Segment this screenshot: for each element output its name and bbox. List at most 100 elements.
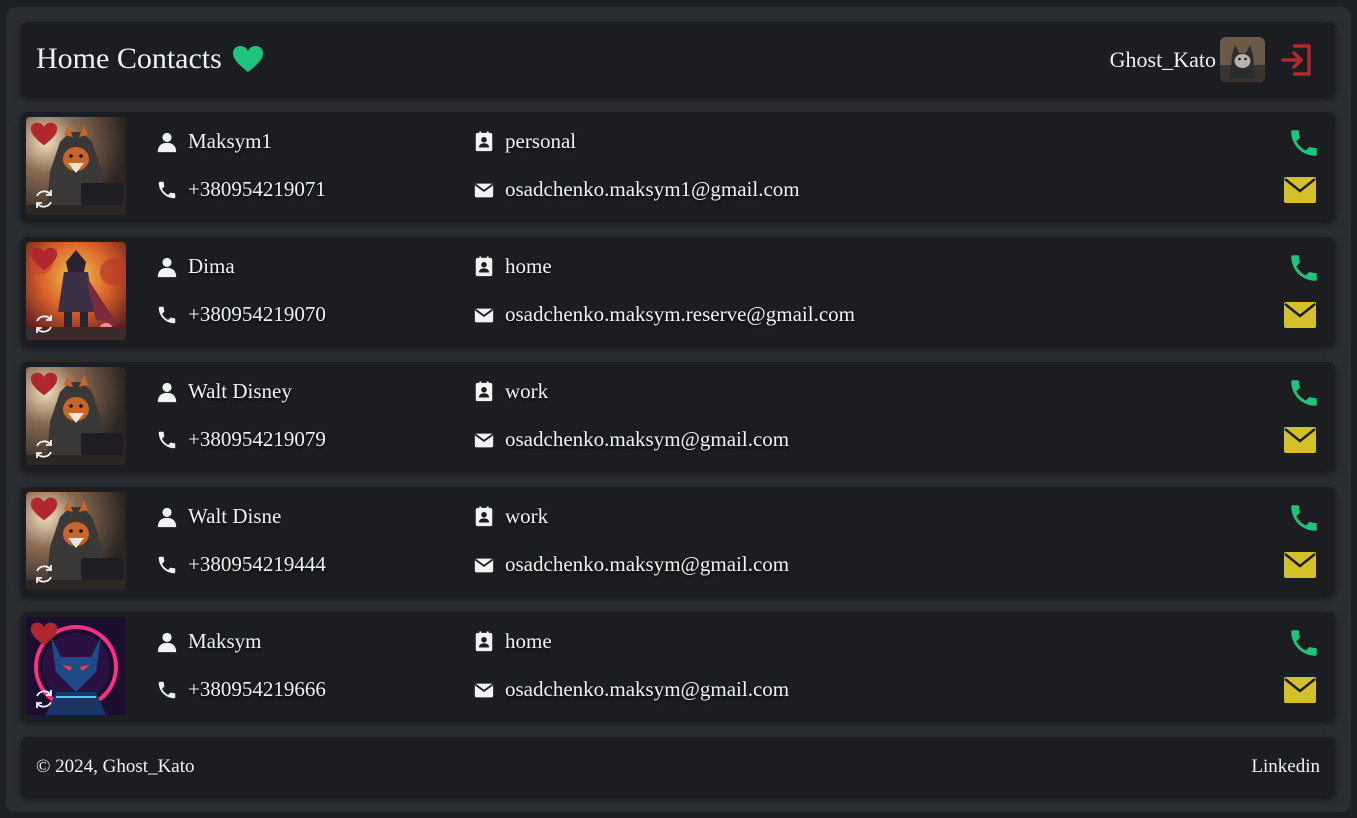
contact-card: Maksym1 +380954219071 personal osadchenko.m… <box>21 112 1335 220</box>
app-header: Home Contacts Ghost_Kato <box>21 22 1335 96</box>
contact-name-field: Walt Disney <box>156 379 292 404</box>
heart-icon <box>232 46 263 72</box>
contact-card: Maksym +380954219666 home osadchenko.maksym… <box>21 612 1335 720</box>
linkedin-link[interactable]: Linkedin <box>1251 756 1320 778</box>
contact-card-icon <box>475 630 493 651</box>
contact-email: osadchenko.maksym@gmail.com <box>505 552 790 576</box>
refresh-icon[interactable] <box>32 312 56 336</box>
phone-icon <box>158 556 176 573</box>
contact-email-field: osadchenko.maksym.reserve@gmail.com <box>473 302 855 327</box>
contact-card-icon <box>475 255 493 276</box>
email-button-icon[interactable] <box>1283 176 1317 204</box>
call-button-icon[interactable] <box>1287 251 1321 285</box>
contact-name: Walt Disney <box>188 379 292 403</box>
contact-email-field: osadchenko.maksym@gmail.com <box>473 552 789 577</box>
copyright: © 2024, Ghost_Kato <box>36 756 195 777</box>
contact-avatar <box>26 617 126 715</box>
contact-card: Dima +380954219070 home osadchenko.maksym.r… <box>21 237 1335 345</box>
contact-phone: +380954219444 <box>188 552 326 576</box>
contact-phone-field: +380954219666 <box>156 677 326 702</box>
contact-phone: +380954219071 <box>188 177 326 201</box>
contact-category: work <box>505 504 549 528</box>
contact-email-field: osadchenko.maksym@gmail.com <box>473 677 789 702</box>
contact-category: personal <box>505 129 577 153</box>
contact-email-field: osadchenko.maksym1@gmail.com <box>473 177 800 202</box>
contact-phone-field: +380954219071 <box>156 177 326 202</box>
refresh-icon[interactable] <box>32 687 56 711</box>
contact-card-icon <box>475 380 493 401</box>
contact-name: Dima <box>188 254 235 278</box>
call-button-icon[interactable] <box>1287 376 1321 410</box>
envelope-icon <box>474 308 494 322</box>
contact-phone: +380954219070 <box>188 302 326 326</box>
contact-avatar <box>26 242 126 340</box>
user-icon <box>157 382 177 402</box>
contact-email: osadchenko.maksym@gmail.com <box>505 427 790 451</box>
contact-email-field: osadchenko.maksym@gmail.com <box>473 427 789 452</box>
contact-name: Maksym <box>188 629 262 653</box>
user-icon <box>157 632 177 652</box>
envelope-icon <box>474 183 494 197</box>
contact-category-field: work <box>473 379 548 404</box>
contact-phone: +380954219666 <box>188 677 326 701</box>
contact-name-field: Maksym1 <box>156 129 272 154</box>
contact-category: home <box>505 254 552 278</box>
email-button-icon[interactable] <box>1283 676 1317 704</box>
favorite-heart-icon[interactable] <box>30 246 58 272</box>
refresh-icon[interactable] <box>32 437 56 461</box>
contact-category-field: home <box>473 629 552 654</box>
user-icon <box>157 132 177 152</box>
contact-category: work <box>505 379 549 403</box>
call-button-icon[interactable] <box>1287 501 1321 535</box>
page-title-wrap: Home Contacts <box>36 42 264 76</box>
page-title: Home Contacts <box>36 42 222 75</box>
contact-card: Walt Disney +380954219079 work osadchenko.m… <box>21 362 1335 470</box>
email-button-icon[interactable] <box>1283 551 1317 579</box>
contact-card-icon <box>475 130 493 151</box>
contact-phone-field: +380954219079 <box>156 427 326 452</box>
contact-phone-field: +380954219444 <box>156 552 326 577</box>
contact-category-field: work <box>473 504 548 529</box>
contact-name-field: Dima <box>156 254 235 279</box>
envelope-icon <box>474 683 494 697</box>
contact-name: Maksym1 <box>188 129 272 153</box>
favorite-heart-icon[interactable] <box>30 496 58 522</box>
logout-icon[interactable] <box>1279 42 1315 78</box>
contact-name-field: Walt Disne <box>156 504 281 529</box>
contact-category: home <box>505 629 552 653</box>
email-button-icon[interactable] <box>1283 426 1317 454</box>
favorite-heart-icon[interactable] <box>30 371 58 397</box>
favorite-heart-icon[interactable] <box>30 621 58 647</box>
contact-phone-field: +380954219070 <box>156 302 326 327</box>
refresh-icon[interactable] <box>32 187 56 211</box>
email-button-icon[interactable] <box>1283 301 1317 329</box>
contact-email: osadchenko.maksym.reserve@gmail.com <box>505 302 855 326</box>
contact-category-field: personal <box>473 129 576 154</box>
contact-name: Walt Disne <box>188 504 282 528</box>
envelope-icon <box>474 558 494 572</box>
contact-category-field: home <box>473 254 552 279</box>
user-avatar[interactable] <box>1220 37 1265 82</box>
call-button-icon[interactable] <box>1287 626 1321 660</box>
phone-icon <box>158 431 176 448</box>
phone-icon <box>158 681 176 698</box>
contact-avatar <box>26 367 126 465</box>
user-menu: Ghost_Kato <box>1110 37 1315 82</box>
username: Ghost_Kato <box>1109 46 1216 72</box>
contact-phone: +380954219079 <box>188 427 326 451</box>
call-button-icon[interactable] <box>1287 126 1321 160</box>
user-icon <box>157 257 177 277</box>
contact-avatar <box>26 492 126 590</box>
contact-avatar <box>26 117 126 215</box>
contact-email: osadchenko.maksym@gmail.com <box>505 677 790 701</box>
user-icon <box>157 507 177 527</box>
contact-email: osadchenko.maksym1@gmail.com <box>505 177 800 201</box>
contact-card: Walt Disne +380954219444 work osadchenko.ma… <box>21 487 1335 595</box>
contact-card-icon <box>475 505 493 526</box>
envelope-icon <box>474 433 494 447</box>
favorite-heart-icon[interactable] <box>30 121 58 147</box>
phone-icon <box>158 306 176 323</box>
refresh-icon[interactable] <box>32 562 56 586</box>
contact-name-field: Maksym <box>156 629 262 654</box>
phone-icon <box>158 181 176 198</box>
